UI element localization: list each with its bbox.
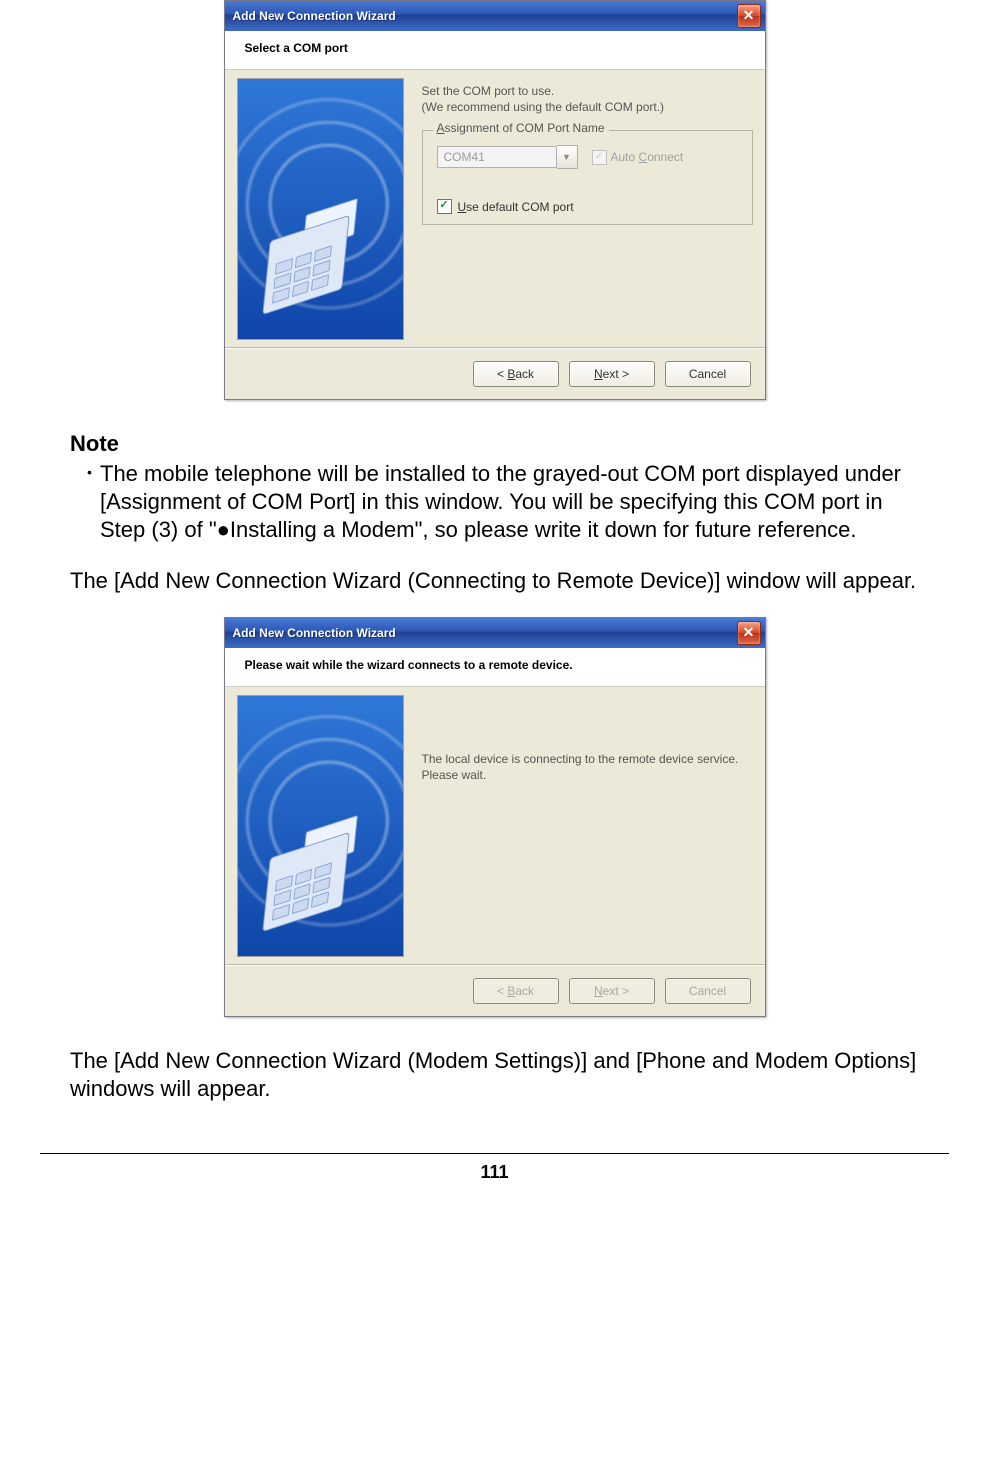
cancel-button: Cancel	[665, 978, 751, 1004]
paragraph-1: The [Add New Connection Wizard (Connecti…	[70, 567, 919, 595]
paragraph-2: The [Add New Connection Wizard (Modem Se…	[70, 1047, 919, 1103]
close-icon[interactable]: ✕	[737, 621, 761, 645]
back-button: < Back	[473, 978, 559, 1004]
use-default-checkbox[interactable]: ✓ Use default COM port	[437, 199, 738, 214]
instruction-line-2: (We recommend using the default COM port…	[422, 100, 753, 114]
instruction-line-1: Set the COM port to use.	[422, 84, 753, 98]
status-line-1: The local device is connecting to the re…	[422, 751, 753, 767]
note-heading: Note	[70, 430, 919, 458]
dialog-subtitle: Select a COM port	[225, 31, 765, 70]
cancel-button[interactable]: Cancel	[665, 361, 751, 387]
close-icon[interactable]: ✕	[737, 4, 761, 28]
dialog-subtitle: Please wait while the wizard connects to…	[225, 648, 765, 687]
wizard-sidebar-image	[237, 695, 404, 957]
back-button[interactable]: < Back	[473, 361, 559, 387]
window-title: Add New Connection Wizard	[233, 9, 737, 23]
auto-connect-checkbox: ✓ Auto Connect	[592, 150, 684, 165]
titlebar: Add New Connection Wizard ✕	[225, 618, 765, 648]
window-title: Add New Connection Wizard	[233, 626, 737, 640]
groupbox-legend: Assignment of COM Port Name	[433, 121, 609, 135]
wizard-sidebar-image	[237, 78, 404, 340]
com-port-field	[437, 146, 557, 168]
wizard-connecting-dialog: Add New Connection Wizard ✕ Please wait …	[224, 617, 766, 1017]
wizard-com-port-dialog: Add New Connection Wizard ✕ Select a COM…	[224, 0, 766, 400]
com-port-combo[interactable]: ▼	[437, 145, 578, 169]
com-port-groupbox: Assignment of COM Port Name ▼ ✓ Auto Con…	[422, 130, 753, 225]
note-bullet: ･The mobile telephone will be installed …	[70, 460, 919, 544]
next-button: Next >	[569, 978, 655, 1004]
page-number: 111	[40, 1153, 949, 1201]
next-button[interactable]: Next >	[569, 361, 655, 387]
chevron-down-icon: ▼	[557, 145, 578, 169]
titlebar: Add New Connection Wizard ✕	[225, 1, 765, 31]
status-line-2: Please wait.	[422, 767, 753, 783]
